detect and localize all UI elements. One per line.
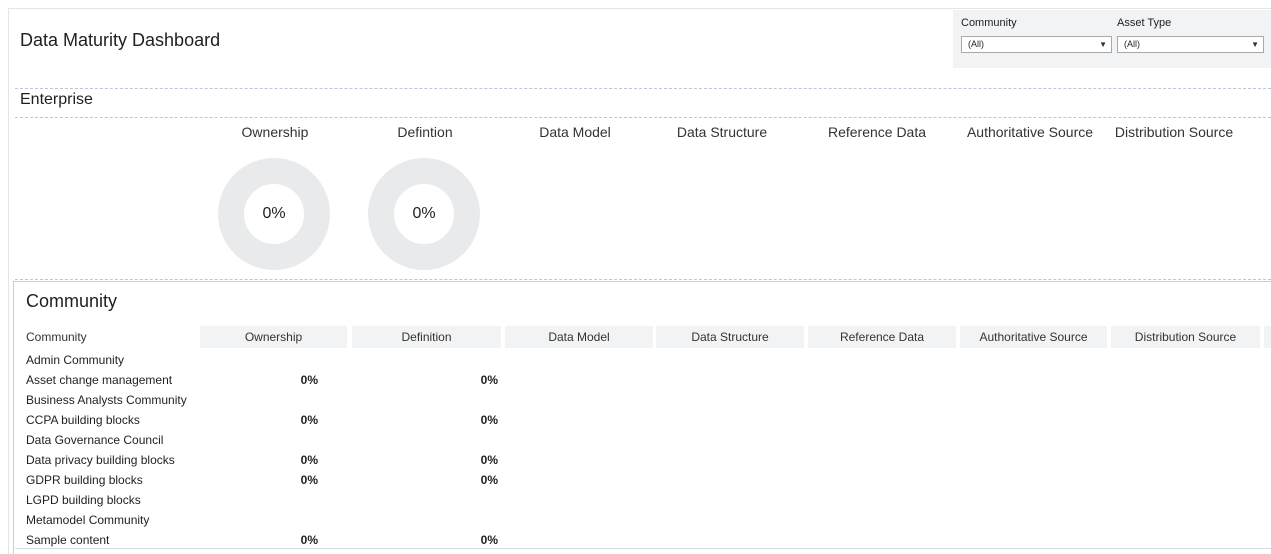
asset-type-filter-select[interactable]: (All) ▼ [1117,36,1264,53]
enterprise-header-data-model: Data Model [539,124,611,140]
col-header-overflow [1264,326,1271,348]
col-header-distribution-source: Distribution Source [1111,326,1260,348]
row-community-name: Asset change management [26,373,173,387]
ownership-donut-label: 0% [262,205,286,222]
row-community-name: GDPR building blocks [26,473,143,487]
row-community-name: Metamodel Community [26,513,150,527]
community-filter-select[interactable]: (All) ▼ [961,36,1112,53]
row-ownership-value: 0% [300,473,318,487]
row-community-name: CCPA building blocks [26,413,140,427]
community-filter-label: Community [961,17,1017,29]
enterprise-header-distribution-source: Distribution Source [1114,124,1234,140]
asset-type-filter-label: Asset Type [1117,17,1172,29]
community-panel [13,281,1271,554]
page-title: Data Maturity Dashboard [20,30,221,50]
row-ownership-value: 0% [300,533,318,547]
chevron-down-icon: ▼ [1251,40,1259,49]
definition-donut-label: 0% [412,205,436,222]
col-header-ownership: Ownership [200,326,347,348]
enterprise-header-reference-data: Reference Data [827,124,927,140]
row-community-name: Business Analysts Community [26,393,187,407]
col-header-reference-data: Reference Data [808,326,956,348]
row-definition-value: 0% [480,473,498,487]
row-ownership-value: 0% [300,453,318,467]
row-definition-value: 0% [480,533,498,547]
row-ownership-value: 0% [300,373,318,387]
enterprise-header-definition: Defintion [397,124,453,140]
enterprise-header-data-structure: Data Structure [676,124,768,140]
col-header-definition: Definition [352,326,501,348]
row-community-name: LGPD building blocks [26,493,141,507]
enterprise-header-ownership: Ownership [241,124,309,140]
row-definition-value: 0% [480,453,498,467]
asset-type-filter-value: (All) [1124,39,1140,49]
table-bottom-rule [15,548,1271,549]
row-definition-value: 0% [480,373,498,387]
community-filter-value: (All) [968,39,984,49]
enterprise-section-title: Enterprise [20,91,93,108]
filters-panel: Community (All) ▼ Asset Type (All) ▼ [953,10,1271,68]
col-header-data-structure: Data Structure [656,326,804,348]
row-community-name: Sample content [26,533,110,547]
section-divider [15,279,1271,280]
col-header-authoritative-source: Authoritative Source [960,326,1107,348]
row-ownership-value: 0% [300,413,318,427]
community-section-title: Community [26,291,118,311]
row-definition-value: 0% [480,413,498,427]
row-community-name: Data Governance Council [26,433,164,447]
chevron-down-icon: ▼ [1099,40,1107,49]
col-header-data-model: Data Model [505,326,653,348]
enterprise-header-authoritative-source: Authoritative Source [966,124,1094,140]
section-divider [15,117,1271,118]
section-divider [15,88,1271,89]
row-community-name: Data privacy building blocks [26,453,175,467]
col-header-community: Community [26,330,87,344]
row-community-name: Admin Community [26,353,125,367]
